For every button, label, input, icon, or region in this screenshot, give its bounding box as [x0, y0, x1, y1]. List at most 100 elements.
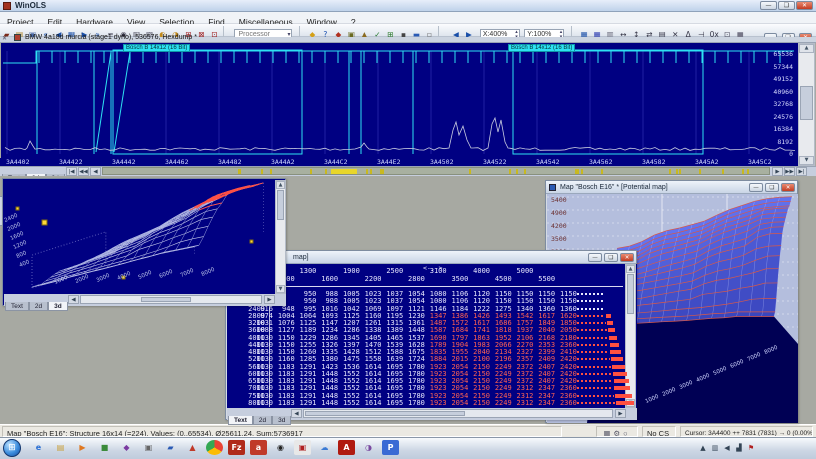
table-hscrollbar[interactable] — [303, 409, 613, 418]
map-marker[interactable]: Bosch B 14x12 (16 Bit) — [508, 44, 575, 52]
action-center-icon[interactable]: ⚑ — [746, 443, 756, 453]
map-table-view[interactable]: <-,-> ▲ ▼ 700100013001600190022002500280… — [227, 264, 637, 408]
table-cell[interactable]: 1183 — [274, 400, 295, 407]
paint-icon[interactable]: P — [382, 440, 399, 455]
scroll-down-icon[interactable]: ▼ — [276, 285, 285, 293]
document-title[interactable]: BMW 4a18d murcia (stage1 dyno), 536576, … — [25, 33, 197, 43]
scroll-fastback-icon[interactable]: ◀◀ — [78, 167, 89, 176]
table-cell[interactable]: 2150 — [469, 400, 490, 407]
maximize-button[interactable]: ❏ — [604, 253, 618, 262]
adobe-reader-icon[interactable]: A — [338, 440, 355, 455]
scroll-back-icon[interactable]: ◀ — [68, 295, 79, 304]
scroll-thumb[interactable] — [800, 86, 813, 120]
map-position-strip[interactable] — [102, 167, 770, 175]
show-hidden-icon[interactable]: ▲ — [698, 443, 708, 453]
ie-icon[interactable]: e — [30, 440, 47, 455]
explorer-icon[interactable]: ▤ — [52, 440, 69, 455]
close-button[interactable]: ✕ — [796, 1, 813, 10]
table-cell[interactable]: 2249 — [491, 400, 512, 407]
table-tab-3d[interactable]: 3d — [272, 416, 291, 425]
status-circle-icon[interactable]: ○ — [623, 429, 628, 437]
table-tab-2d[interactable]: 2d — [253, 416, 272, 425]
scroll-down-icon[interactable]: ▼ — [799, 156, 814, 165]
close-button[interactable]: ✕ — [620, 253, 634, 262]
disc-icon[interactable]: ◉ — [272, 440, 289, 455]
winamp-icon[interactable]: ▲ — [184, 440, 201, 455]
app3-icon[interactable]: ▣ — [140, 440, 157, 455]
maximize-button[interactable]: ❏ — [765, 183, 779, 192]
speed-sign-icon[interactable]: ▣ — [294, 440, 311, 455]
table-cell[interactable]: 1695 — [382, 400, 403, 407]
table-cell[interactable]: 1448 — [317, 400, 338, 407]
map-tick — [366, 169, 368, 175]
map-marker[interactable]: Bosch B 14x12 (16 Bit) — [123, 44, 190, 52]
scroll-thumb[interactable] — [277, 190, 284, 220]
status-cursor: Cursor: 3A4400 ++ 7831 (7831) → 0 (0.00%… — [680, 426, 813, 437]
close-button[interactable]: ✕ — [781, 183, 795, 192]
display-icon[interactable]: ▥ — [710, 443, 720, 453]
hexdump-vscrollbar[interactable]: ▲ ▼ — [798, 43, 815, 166]
cloud-icon[interactable]: ☁ — [316, 440, 333, 455]
start-button[interactable]: ⊞ — [3, 439, 21, 457]
scroll-back-icon[interactable]: ◀ — [90, 167, 101, 176]
table-cell[interactable]: 1552 — [339, 400, 360, 407]
app4-icon[interactable]: a — [250, 440, 267, 455]
map-3d-window[interactable]: 1000200030004000500060007000800024002000… — [2, 178, 286, 306]
minimize-button[interactable]: — — [588, 253, 602, 262]
hexdump-2d-view[interactable]: Bosch B 14x12 (16 Bit) Bosch B 14x12 (16… — [1, 43, 798, 158]
picasa-icon[interactable]: ◑ — [360, 440, 377, 455]
scroll-fastfwd-icon[interactable]: ▶▶ — [784, 167, 795, 176]
tabstrip-close-icon[interactable]: ✕ — [2, 35, 7, 43]
outlook-icon[interactable]: ▰ — [162, 440, 179, 455]
scroll-last-icon[interactable]: ▶| — [796, 167, 807, 176]
scroll-up-icon[interactable]: ▲ — [626, 265, 635, 273]
table-cell[interactable]: 2347 — [534, 400, 555, 407]
table-col-header: 1600 — [316, 276, 338, 283]
table-cell[interactable]: 1291 — [295, 400, 316, 407]
status-gear-icon[interactable]: ⚙ — [613, 429, 620, 437]
scroll-first-icon[interactable]: |◀ — [66, 167, 77, 176]
media-player-icon[interactable]: ▶ — [74, 440, 91, 455]
volume-icon[interactable]: ◀ — [722, 443, 732, 453]
row-histogram — [577, 314, 623, 318]
status-grid-icon[interactable]: ▦ — [603, 429, 610, 437]
histogram-dashes — [577, 337, 608, 339]
map3d-tab-text[interactable]: Text — [5, 302, 29, 311]
map3d-tab-3d[interactable]: 3d — [48, 302, 68, 311]
scroll-thumb[interactable] — [627, 274, 634, 314]
map3d-vscrollbar[interactable]: ▲ ▼ — [275, 180, 286, 294]
histogram-dashes — [577, 329, 607, 331]
table-cell[interactable]: 2360 — [556, 400, 577, 407]
minimize-button[interactable]: — — [749, 183, 763, 192]
table-cell[interactable]: 1780 — [404, 400, 425, 407]
map-table-window[interactable]: map] — ❏ ✕ <-,-> ▲ ▼ 7001000130016001900… — [225, 250, 637, 420]
map-3d-view[interactable]: 1000200030004000500060007000800024002000… — [4, 180, 275, 294]
row-histogram — [577, 372, 623, 376]
map3d-tab-2d[interactable]: 2d — [29, 302, 48, 311]
window-titlebar[interactable]: Map "Bosch E16" * [Potential map] — ❏ ✕ — [546, 181, 797, 194]
scroll-fwd-icon[interactable]: ▶ — [772, 167, 783, 176]
app1-icon[interactable]: ■ — [96, 440, 113, 455]
table-cell[interactable]: 1614 — [361, 400, 382, 407]
table-cell[interactable]: 1923 — [426, 400, 447, 407]
scroll-fwd-icon[interactable]: ▶ — [615, 409, 626, 418]
minimize-button[interactable]: — — [760, 1, 777, 10]
network-icon[interactable]: ▟ — [734, 443, 744, 453]
chrome-icon[interactable] — [206, 440, 223, 455]
scroll-up-icon[interactable]: ▲ — [276, 181, 285, 189]
histogram-bar — [610, 350, 621, 354]
table-cell[interactable]: 1130 — [252, 400, 273, 407]
map3d-hscrollbar[interactable] — [80, 295, 262, 304]
filezilla-icon[interactable]: Fz — [228, 440, 245, 455]
maximize-button[interactable]: ❏ — [778, 1, 795, 10]
x-axis-label: 3A44C2 — [324, 158, 347, 166]
table-cell[interactable]: 2312 — [512, 400, 533, 407]
app2-icon[interactable]: ◆ — [118, 440, 135, 455]
window-titlebar[interactable]: map] — ❏ ✕ — [226, 251, 636, 264]
scroll-up-icon[interactable]: ▲ — [799, 44, 814, 53]
table-tab-text[interactable]: Text — [228, 416, 253, 425]
table-cell[interactable]: 2054 — [447, 400, 468, 407]
app-titlebar[interactable]: WinOLS — ❏ ✕ — [0, 0, 816, 12]
scroll-fwd-icon[interactable]: ▶ — [264, 295, 275, 304]
scroll-back-icon[interactable]: ◀ — [291, 409, 302, 418]
